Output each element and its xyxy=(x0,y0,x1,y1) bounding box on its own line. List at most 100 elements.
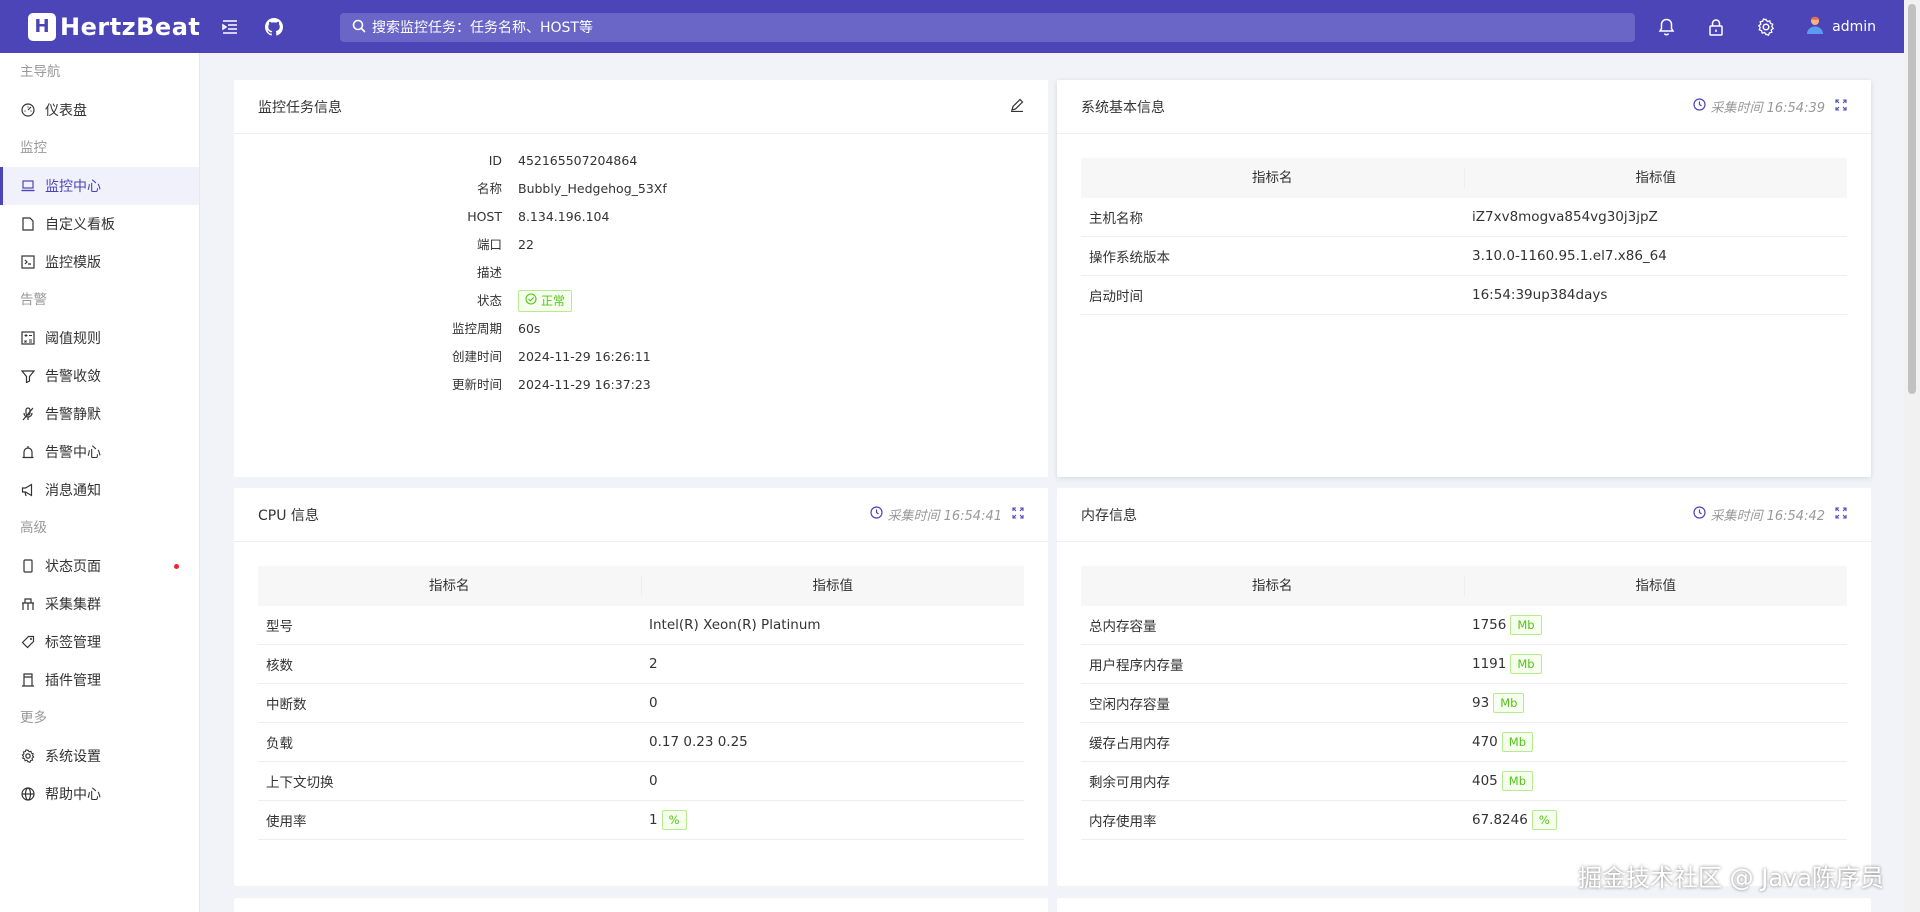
metric-value-cell: 405 Mb xyxy=(1464,771,1847,791)
next-card-left xyxy=(234,898,1048,912)
sidebar-group-main: 主导航 xyxy=(20,64,61,80)
sidebar-item-label: 帮助中心 xyxy=(45,787,101,803)
sidebar-item-label: 监控中心 xyxy=(45,179,101,195)
sidebar-item-label: 阈值规则 xyxy=(45,331,101,347)
logo-text: HertzBeat xyxy=(60,12,201,41)
edit-icon[interactable] xyxy=(1010,98,1024,116)
metric-value: 470 xyxy=(1472,734,1498,750)
logo[interactable]: H HertzBeat xyxy=(28,12,206,41)
info-label: 名称 xyxy=(476,181,502,196)
col-header-value: 指标值 xyxy=(1635,170,1677,186)
metric-name: 中断数 xyxy=(266,697,307,713)
sidebar-item-label: 自定义看板 xyxy=(45,217,115,233)
fullscreen-icon[interactable] xyxy=(1835,506,1847,523)
logo-icon: H xyxy=(28,12,56,41)
sidebar-item-custom-board[interactable]: 自定义看板 xyxy=(0,205,199,243)
info-value-id: 452165507204864 xyxy=(518,153,638,168)
sidebar-item-monitor-center[interactable]: 监控中心 xyxy=(0,167,199,205)
collect-time: 采集时间 16:54:39 xyxy=(1710,101,1825,116)
file-icon xyxy=(20,216,36,232)
metric-value: 1191 xyxy=(1472,656,1507,672)
metric-value: 16:54:39up384days xyxy=(1472,287,1608,303)
col-header-name: 指标名 xyxy=(1081,168,1465,188)
search-icon xyxy=(352,19,366,37)
fullscreen-icon[interactable] xyxy=(1012,506,1024,523)
table-row: 启动时间 16:54:39up384days xyxy=(1081,276,1847,315)
fullscreen-icon[interactable] xyxy=(1835,98,1847,115)
lock-icon[interactable] xyxy=(1706,17,1726,37)
metric-value-cell: 67.8246% xyxy=(1464,810,1847,830)
search-bar[interactable] xyxy=(340,13,1635,42)
metric-value: 0.17 0.23 0.25 xyxy=(649,734,748,750)
sidebar-item-alert-center[interactable]: 告警中心 xyxy=(0,433,199,471)
github-icon[interactable] xyxy=(264,17,284,37)
sidebar-item-plugin-manage[interactable]: 插件管理 xyxy=(0,661,199,699)
sidebar-item-label: 告警收敛 xyxy=(45,369,101,385)
metric-value: 67.8246 xyxy=(1472,812,1528,828)
info-value-updated: 2024-11-29 16:37:23 xyxy=(518,377,651,392)
sidebar-item-notification[interactable]: 消息通知 xyxy=(0,471,199,509)
search-input[interactable] xyxy=(372,19,1572,36)
col-header-value: 指标值 xyxy=(1635,578,1677,594)
metric-name: 操作系统版本 xyxy=(1089,250,1170,266)
metric-value: 1756 xyxy=(1472,617,1507,633)
metric-value-cell: 1% xyxy=(641,810,1024,830)
sidebar-item-label: 插件管理 xyxy=(45,673,101,689)
system-metrics-table: 指标名 指标值 主机名称 iZ7xv8mogva854vg30j3jpZ 操作系统版… xyxy=(1081,158,1847,315)
gear-icon[interactable] xyxy=(1756,17,1776,37)
table-row: 空闲内存容量 93 Mb xyxy=(1081,684,1847,723)
sidebar-item-threshold[interactable]: 阈值规则 xyxy=(0,319,199,357)
plugin-icon xyxy=(20,672,36,688)
sidebar-item-collector-cluster[interactable]: 采集集群 xyxy=(0,585,199,623)
user-menu[interactable]: admin xyxy=(1806,15,1876,39)
table-row: 使用率 1% xyxy=(258,801,1024,840)
status-text: 正常 xyxy=(541,294,566,308)
clock-icon xyxy=(870,506,884,523)
sidebar-item-settings[interactable]: 系统设置 xyxy=(0,737,199,775)
scrollbar-thumb[interactable] xyxy=(1908,4,1916,394)
calculator-icon xyxy=(20,330,36,346)
bell-icon[interactable] xyxy=(1656,17,1676,37)
sidebar-item-status-page[interactable]: 状态页面 xyxy=(0,547,199,585)
code-icon xyxy=(20,254,36,270)
sidebar-item-monitor-template[interactable]: 监控模版 xyxy=(0,243,199,281)
sidebar-item-label: 仪表盘 xyxy=(45,103,87,119)
setting-icon xyxy=(20,748,36,764)
unit-tag: Mb xyxy=(1493,693,1525,713)
info-label: 描述 xyxy=(476,265,502,280)
table-row: 剩余可用内存 405 Mb xyxy=(1081,762,1847,801)
page-scrollbar[interactable] xyxy=(1904,0,1920,912)
sidebar-item-label: 告警中心 xyxy=(45,445,101,461)
user-name: admin xyxy=(1832,18,1876,35)
info-value-name: Bubbly_Hedgehog_53Xf xyxy=(518,181,667,196)
sidebar-item-alert-converge[interactable]: 告警收敛 xyxy=(0,357,199,395)
metric-value: 0 xyxy=(649,695,658,711)
menu-toggle-icon[interactable] xyxy=(220,17,240,37)
sidebar-item-help[interactable]: 帮助中心 xyxy=(0,775,199,813)
check-circle-icon xyxy=(525,291,537,311)
sidebar-group-alert: 告警 xyxy=(20,292,47,308)
info-label: 端口 xyxy=(476,237,502,252)
info-label: 监控周期 xyxy=(451,321,502,336)
metric-name: 核数 xyxy=(266,658,293,674)
cpu-info-card: CPU 信息 采集时间 16:54:41 指标名 指标值 型号 Intel(R) X… xyxy=(234,488,1048,886)
sidebar-item-dashboard[interactable]: 仪表盘 xyxy=(0,91,199,129)
metric-value-cell: 93 Mb xyxy=(1464,693,1847,713)
metric-name: 剩余可用内存 xyxy=(1089,775,1170,791)
notification-icon xyxy=(20,482,36,498)
metric-value: 1 xyxy=(649,812,658,828)
metric-value: 3.10.0-1160.95.1.el7.x86_64 xyxy=(1472,248,1667,264)
sidebar-group-monitor: 监控 xyxy=(20,140,47,156)
unit-tag: Mb xyxy=(1510,654,1542,674)
sidebar-item-tag-manage[interactable]: 标签管理 xyxy=(0,623,199,661)
sidebar-item-label: 告警静默 xyxy=(45,407,101,423)
sidebar-item-alert-silence[interactable]: 告警静默 xyxy=(0,395,199,433)
table-row: 型号 Intel(R) Xeon(R) Platinum xyxy=(258,606,1024,645)
laptop-icon xyxy=(20,178,36,194)
info-label: 更新时间 xyxy=(451,377,502,392)
info-value-interval: 60s xyxy=(518,321,541,336)
watermark: 掘金技术社区 @ Java陈序员 xyxy=(1578,864,1884,892)
status-badge: 正常 xyxy=(518,290,573,312)
info-label: HOST xyxy=(467,209,502,224)
next-card-right xyxy=(1057,898,1871,912)
